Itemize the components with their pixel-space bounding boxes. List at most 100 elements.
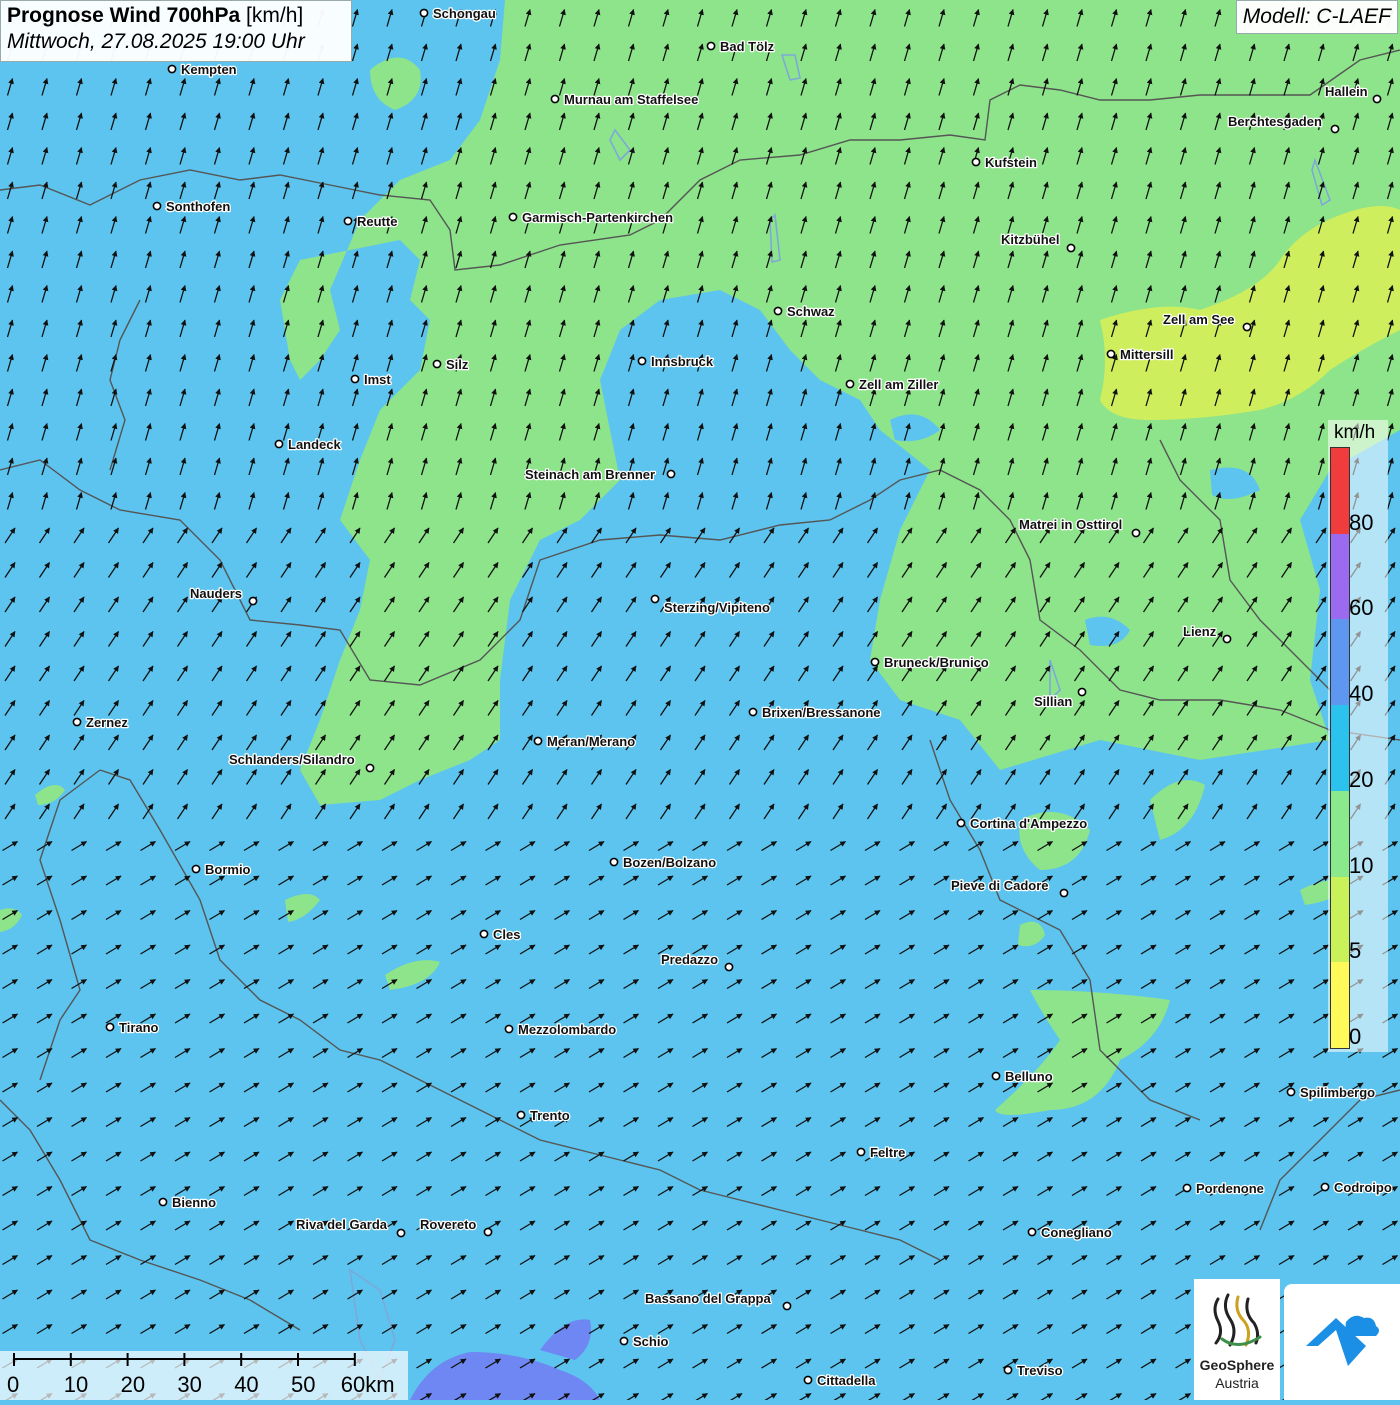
city-marker: Meran/Merano <box>533 733 636 750</box>
city-label: Bormio <box>205 862 251 877</box>
city-label: Spilimbergo <box>1300 1085 1375 1100</box>
city-dot <box>609 857 619 867</box>
weather-app-logo-icon <box>1306 1315 1379 1366</box>
city-label: Mezzolombardo <box>518 1022 616 1037</box>
city-label: Trento <box>530 1108 570 1123</box>
city-label: Riva del Garda <box>296 1217 388 1232</box>
city-label: Silz <box>446 357 469 372</box>
city-dot <box>1059 888 1069 898</box>
legend-tick-label: 40 <box>1349 681 1374 707</box>
city-label: Schio <box>633 1334 668 1349</box>
city-dot <box>1003 1365 1013 1375</box>
city-dot <box>748 707 758 717</box>
scale-tick-label: 30 <box>177 1372 202 1397</box>
city-label: Kempten <box>181 62 237 77</box>
city-dot <box>248 596 258 606</box>
city-dot <box>1027 1227 1037 1237</box>
city-label: Meran/Merano <box>547 734 635 749</box>
city-label: Murnau am Staffelsee <box>564 92 698 107</box>
city-marker: Spilimbergo <box>1286 1084 1376 1101</box>
city-dot <box>991 1071 1001 1081</box>
city-dot <box>1106 349 1116 359</box>
city-label: Kitzbühel <box>1001 232 1060 247</box>
city-dot <box>803 1375 813 1385</box>
city-label: Matrei in Osttirol <box>1019 517 1122 532</box>
city-dot <box>1242 322 1252 332</box>
city-label: Conegliano <box>1041 1225 1112 1240</box>
city-label: Landeck <box>288 437 342 452</box>
city-dot <box>650 594 660 604</box>
legend-tick-label: 10 <box>1349 852 1374 878</box>
city-label: Rovereto <box>420 1217 476 1232</box>
city-marker: Pordenone <box>1182 1180 1265 1197</box>
city-marker: Conegliano <box>1027 1224 1113 1241</box>
city-label: Hallein <box>1325 84 1368 99</box>
city-label: Brixen/Bressanone <box>762 705 881 720</box>
forecast-datetime: Mittwoch, 27.08.2025 19:00 Uhr <box>7 30 305 53</box>
city-label: Pieve di Cadore <box>951 878 1049 893</box>
city-label: Cittadella <box>817 1373 876 1388</box>
city-dot <box>1182 1183 1192 1193</box>
city-dot <box>105 1022 115 1032</box>
city-label: Reutte <box>357 214 397 229</box>
wind-map: Schongau Bad Tölz Kempten Murnau am Staffel… <box>0 0 1400 1400</box>
city-dot <box>1320 1182 1330 1192</box>
city-dot <box>350 374 360 384</box>
legend-segment <box>1331 448 1349 534</box>
legend-segment <box>1331 705 1349 791</box>
city-dot <box>1077 687 1087 697</box>
city-label: Nauders <box>190 586 242 601</box>
city-dot <box>666 469 676 479</box>
city-label: Imst <box>364 372 391 387</box>
city-dot <box>1286 1087 1296 1097</box>
city-dot <box>365 763 375 773</box>
city-marker: Murnau am Staffelsee <box>550 91 700 108</box>
city-marker: Steinach am Brenner <box>524 466 676 483</box>
city-dot <box>1222 634 1232 644</box>
city-label: Codroipo <box>1334 1180 1392 1195</box>
city-dot <box>396 1228 406 1238</box>
city-dot <box>845 379 855 389</box>
weather-app-logo[interactable] <box>1284 1284 1400 1400</box>
city-label: Bruneck/Brunico <box>884 655 989 670</box>
city-label: Bassano del Grappa <box>645 1291 771 1306</box>
city-dot <box>706 41 716 51</box>
city-label: Lienz <box>1183 624 1217 639</box>
geosphere-logo[interactable]: GeoSphere Austria <box>1194 1279 1280 1400</box>
legend-tick-label: 60 <box>1349 595 1374 621</box>
city-marker: Bozen/Bolzano <box>609 854 717 871</box>
city-label: Berchtesgaden <box>1228 114 1322 129</box>
map-title: Prognose Wind 700hPa [km/h] <box>7 4 304 27</box>
city-dot <box>1066 243 1076 253</box>
city-label: Bozen/Bolzano <box>623 855 716 870</box>
scale-tick-label: 50 <box>291 1372 316 1397</box>
city-label: Tirano <box>119 1020 159 1035</box>
city-label: Sonthofen <box>166 199 230 214</box>
city-label: Bienno <box>172 1195 216 1210</box>
city-dot <box>419 8 429 18</box>
city-label: Zell am See <box>1163 312 1235 327</box>
city-label: Schongau <box>433 6 496 21</box>
title-box: Prognose Wind 700hPa [km/h] Mittwoch, 27… <box>0 0 352 62</box>
city-label: Garmisch-Partenkirchen <box>522 210 673 225</box>
city-label: Cortina d'Ampezzo <box>970 816 1087 831</box>
city-label: Cles <box>493 927 520 942</box>
city-marker: Garmisch-Partenkirchen <box>508 209 674 226</box>
city-marker: Cortina d'Ampezzo <box>956 815 1089 832</box>
legend-tick-label: 20 <box>1349 766 1374 792</box>
city-dot <box>870 657 880 667</box>
city-dot <box>343 216 353 226</box>
city-dot <box>152 201 162 211</box>
legend-tick-label: 5 <box>1349 938 1362 964</box>
city-dot <box>971 157 981 167</box>
city-dot <box>782 1301 792 1311</box>
city-label: Feltre <box>870 1145 905 1160</box>
legend-tick-label: 80 <box>1349 509 1374 535</box>
city-dot <box>1131 528 1141 538</box>
scale-tick-label: 60km <box>340 1372 395 1397</box>
legend-segment <box>1331 790 1349 877</box>
city-marker: Mezzolombardo <box>504 1021 618 1038</box>
city-dot <box>1330 124 1340 134</box>
model-label: Modell: C-LAEF <box>1235 0 1398 34</box>
city-marker: Zell am Ziller <box>845 376 940 393</box>
